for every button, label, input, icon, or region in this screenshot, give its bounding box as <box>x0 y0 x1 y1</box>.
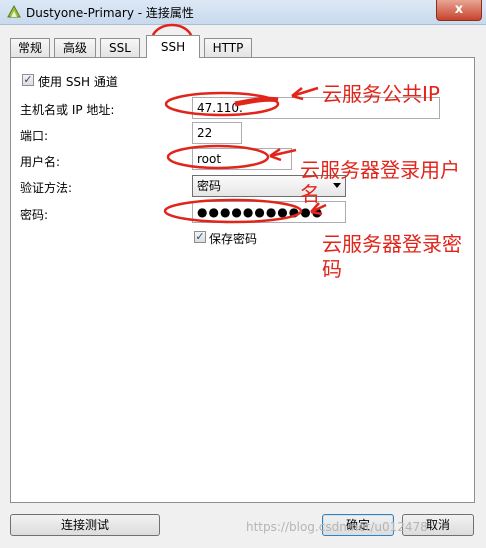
password-label: 密码: <box>20 208 49 222</box>
auth-method-value: 密码 <box>197 179 222 193</box>
title-bar: Dustyone-Primary - 连接属性 x <box>0 0 486 25</box>
password-input[interactable]: ●●●●●●●●●●● <box>192 201 346 223</box>
close-button[interactable]: x <box>436 0 482 21</box>
tab-general[interactable]: 常规 <box>10 38 50 57</box>
ssh-settings-panel <box>10 57 475 503</box>
tab-ssh[interactable]: SSH <box>146 35 200 58</box>
chevron-down-icon <box>333 183 341 188</box>
username-input[interactable]: root <box>192 148 292 170</box>
auth-method-label: 验证方法: <box>20 181 73 195</box>
window-title: Dustyone-Primary - 连接属性 <box>26 6 194 20</box>
port-input[interactable]: 22 <box>192 122 242 144</box>
host-label: 主机名或 IP 地址: <box>20 103 115 117</box>
port-label: 端口: <box>20 129 49 143</box>
test-connection-button[interactable]: 连接测试 <box>10 514 160 536</box>
annotation-password-text-line1: 云服务器登录密 <box>322 232 462 256</box>
tab-advanced[interactable]: 高级 <box>54 38 96 57</box>
watermark-text: https://blog.csdn.net/u012478 <box>246 520 428 534</box>
username-label: 用户名: <box>20 155 61 169</box>
save-password-checkbox[interactable]: ✓ <box>194 231 206 243</box>
use-ssh-checkbox[interactable]: ✓ <box>22 74 34 86</box>
annotation-user-text-line2: 名 <box>300 182 320 206</box>
annotation-ip-text: 云服务公共IP <box>322 82 440 106</box>
annotation-password-text-line2: 码 <box>322 257 342 281</box>
tab-http[interactable]: HTTP <box>204 38 252 57</box>
use-ssh-label: 使用 SSH 通道 <box>38 75 118 89</box>
tab-ssl[interactable]: SSL <box>100 38 140 57</box>
annotation-user-text-line1: 云服务器登录用户 <box>300 158 460 182</box>
save-password-label: 保存密码 <box>209 232 258 246</box>
navicat-app-icon <box>7 4 21 18</box>
